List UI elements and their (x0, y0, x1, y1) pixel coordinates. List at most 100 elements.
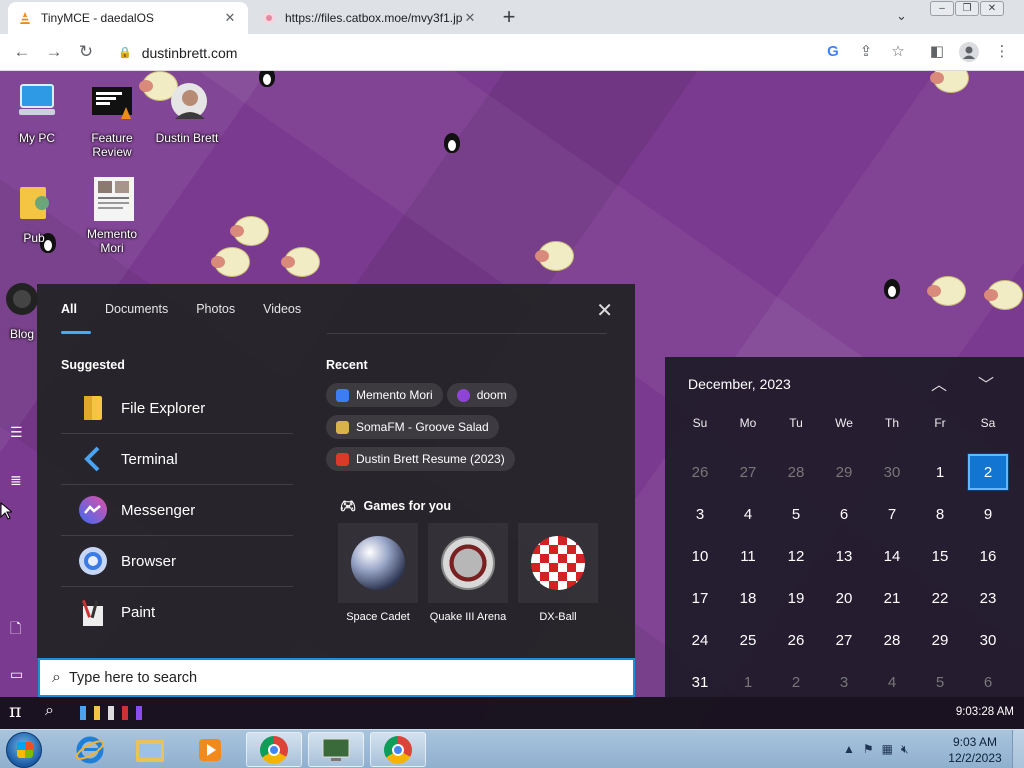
tab-photos[interactable]: Photos (196, 302, 235, 316)
search-input[interactable]: ⌕ Type here to search (38, 658, 635, 697)
tab-tinymce[interactable]: TinyMCE - daedalOS ✕ (8, 2, 248, 34)
action-center-flag-icon[interactable]: ⚑ (863, 742, 874, 757)
side-panel-icon[interactable]: ◧ (926, 42, 948, 62)
calendar-day[interactable]: 18 (724, 577, 772, 619)
recent-somafm[interactable]: SomaFM - Groove Salad (326, 415, 499, 439)
more-menu-icon[interactable]: ⋮ (991, 42, 1013, 62)
start-button[interactable]: π (9, 700, 22, 722)
windows-start-orb-icon[interactable] (6, 732, 42, 768)
calendar-day[interactable]: 30 (964, 619, 1012, 661)
calendar-day[interactable]: 26 (772, 619, 820, 661)
calendar-day[interactable]: 30 (868, 451, 916, 493)
calendar-day[interactable]: 16 (964, 535, 1012, 577)
suggested-browser[interactable]: Browser (61, 536, 293, 587)
restore-button[interactable]: ❐ (955, 1, 979, 16)
tab-documents[interactable]: Documents (105, 302, 168, 316)
calendar-day[interactable]: 6 (820, 493, 868, 535)
show-desktop-button[interactable] (1012, 730, 1024, 768)
list-icon[interactable]: ≣ (10, 472, 22, 489)
recent-resume[interactable]: Dustin Brett Resume (2023) (326, 447, 515, 471)
calendar-day[interactable]: 28 (868, 619, 916, 661)
close-window-button[interactable]: ✕ (980, 1, 1004, 16)
calendar-day[interactable]: 27 (724, 451, 772, 493)
calendar-day[interactable]: 29 (820, 451, 868, 493)
calendar-day[interactable]: 20 (820, 577, 868, 619)
calendar-day[interactable]: 22 (916, 577, 964, 619)
calendar-day[interactable]: 10 (676, 535, 724, 577)
calendar-day[interactable]: 8 (916, 493, 964, 535)
back-icon[interactable]: ← (11, 42, 33, 62)
show-hidden-icons-icon[interactable]: ▲ (843, 742, 855, 757)
paint-icon[interactable] (108, 706, 114, 720)
game-quake-3[interactable]: Quake III Arena (428, 523, 508, 623)
media-player-button[interactable] (182, 732, 238, 767)
calendar-day[interactable]: 25 (724, 619, 772, 661)
tab-catbox[interactable]: https://files.catbox.moe/mvy3f1.jp ✕ (252, 2, 488, 34)
desktop-icon-dustin-brett[interactable]: Dustin Brett (155, 81, 219, 145)
google-icon[interactable]: G (822, 42, 844, 62)
tab-search-button[interactable]: ⌄ (896, 8, 907, 24)
reload-icon[interactable]: ↻ (75, 42, 97, 62)
new-tab-button[interactable]: + (498, 6, 520, 28)
documents-icon[interactable]: 🗋 (10, 618, 21, 642)
recent-doom[interactable]: doom (446, 383, 517, 407)
tab-videos[interactable]: Videos (263, 302, 301, 316)
suggested-file-explorer[interactable]: File Explorer (61, 383, 293, 434)
suggested-messenger[interactable]: Messenger (61, 485, 293, 536)
messenger-icon[interactable] (136, 706, 142, 720)
chrome-window-button[interactable] (370, 732, 426, 767)
desktop-icon-my-pc[interactable]: My PC (5, 81, 69, 145)
tab-all[interactable]: All (61, 302, 77, 316)
suggested-terminal[interactable]: Terminal (61, 434, 293, 485)
calendar-day[interactable]: 4 (724, 493, 772, 535)
calendar-day[interactable]: 14 (868, 535, 916, 577)
close-icon[interactable]: ✕ (596, 298, 613, 323)
volume-muted-icon[interactable]: 🔇︎ (901, 742, 909, 757)
profile-avatar-icon[interactable] (958, 42, 980, 68)
chevron-up-icon[interactable]: ︿ (931, 371, 947, 395)
network-icon[interactable]: ▦ (882, 742, 893, 757)
bookmark-star-icon[interactable]: ☆ (887, 42, 909, 62)
calendar-day[interactable]: 17 (676, 577, 724, 619)
search-icon[interactable]: ⌕ (45, 702, 54, 720)
suggested-paint[interactable]: Paint (61, 587, 293, 638)
lock-icon[interactable]: 🔒 (118, 46, 132, 59)
calendar-day[interactable]: 12 (772, 535, 820, 577)
pictures-icon[interactable]: ▭ (10, 666, 23, 683)
chevron-down-icon[interactable]: ﹀ (978, 371, 994, 395)
app-icon[interactable] (122, 706, 128, 720)
minimize-button[interactable]: – (930, 1, 954, 16)
chrome-window-button[interactable] (246, 732, 302, 767)
remote-desktop-button[interactable] (308, 732, 364, 767)
calendar-day[interactable]: 29 (916, 619, 964, 661)
address-bar[interactable]: 🔒 dustinbrett.com (110, 38, 916, 67)
system-clock[interactable]: 9:03 AM 12/2/2023 (940, 734, 1010, 766)
calendar-day[interactable]: 13 (820, 535, 868, 577)
hamburger-menu-icon[interactable]: ☰ (10, 424, 23, 441)
game-dx-ball[interactable]: DX-Ball (518, 523, 598, 623)
share-icon[interactable]: ⇪ (855, 42, 877, 62)
tab-close-icon[interactable]: ✕ (222, 10, 238, 26)
calendar-day[interactable]: 26 (676, 451, 724, 493)
calendar-day-today[interactable]: 2 (967, 453, 1009, 491)
clock[interactable]: 9:03:28 AM (956, 706, 1014, 718)
calendar-day[interactable]: 24 (676, 619, 724, 661)
desktop-icon-memento-mori[interactable]: Memento Mori (80, 177, 144, 255)
calendar-day[interactable]: 1 (916, 451, 964, 493)
calendar-day[interactable]: 28 (772, 451, 820, 493)
internet-explorer-button[interactable] (62, 732, 118, 767)
game-space-cadet[interactable]: Space Cadet (338, 523, 418, 623)
explorer-button[interactable] (122, 732, 178, 767)
tab-close-icon[interactable]: ✕ (462, 10, 478, 26)
forward-icon[interactable]: → (43, 42, 65, 62)
calendar-day[interactable]: 9 (964, 493, 1012, 535)
desktop-icon-public[interactable]: Pub (2, 181, 66, 245)
calendar-day[interactable]: 11 (724, 535, 772, 577)
calendar-day[interactable]: 21 (868, 577, 916, 619)
recent-memento-mori[interactable]: Memento Mori (326, 383, 443, 407)
desktop-icon-feature-review[interactable]: Feature Review (80, 81, 144, 159)
calendar-day[interactable]: 19 (772, 577, 820, 619)
terminal-icon[interactable] (80, 706, 86, 720)
calendar-day[interactable]: 15 (916, 535, 964, 577)
calendar-day[interactable]: 23 (964, 577, 1012, 619)
